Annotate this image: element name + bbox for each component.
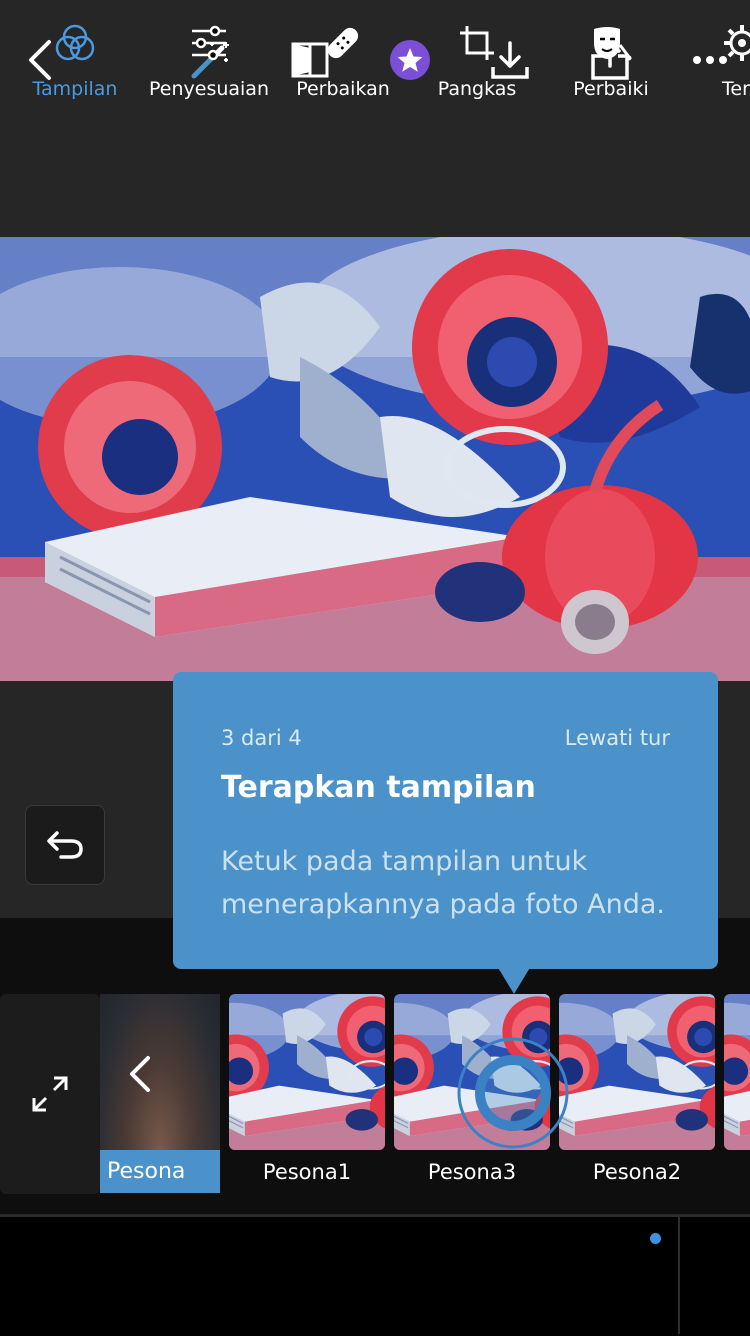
skip-tour-link[interactable]: Lewati tur <box>565 726 670 750</box>
look-thumbnail[interactable] <box>559 994 715 1150</box>
looks-category-back[interactable]: Pesona <box>100 994 220 1193</box>
tab-label: Perbaiki <box>573 78 649 100</box>
look-thumbnail[interactable] <box>229 994 385 1150</box>
tab-crop[interactable]: Pangkas <box>416 0 538 119</box>
tour-popover: 3 dari 4 Lewati tur Terapkan tampilan Ke… <box>173 672 718 969</box>
tab-adjustments[interactable]: Penyesuaian <box>148 0 270 119</box>
look-label: Pesona1 <box>262 1160 352 1184</box>
tab-healing[interactable]: Perbaikan <box>282 0 404 119</box>
retouch-face-icon <box>594 27 632 61</box>
tab-label: Perbaikan <box>296 78 390 100</box>
look-label: Pesona3 <box>427 1160 517 1184</box>
tab-label: Penyesuaian <box>149 78 269 100</box>
expand-arrows-icon <box>32 1076 68 1112</box>
tour-step: 3 dari 4 <box>221 726 302 750</box>
tour-title: Terapkan tampilan <box>221 770 536 805</box>
tap-indicator-icon <box>457 1037 569 1149</box>
tab-retouch[interactable]: Perbaiki <box>550 0 672 119</box>
tab-divider <box>678 1217 680 1334</box>
look-thumbnail[interactable] <box>724 994 750 1150</box>
notification-dot <box>650 1233 661 1244</box>
tab-looks[interactable]: Tampilan <box>14 0 136 119</box>
tab-label: Pangkas <box>437 78 517 100</box>
settings-gear-icon <box>724 25 750 61</box>
tour-pointer <box>497 966 531 994</box>
edited-photo[interactable] <box>0 237 750 681</box>
undo-button[interactable] <box>25 805 105 885</box>
bandage-icon <box>327 27 359 59</box>
bottom-tab-bar <box>0 1215 750 1336</box>
tour-body: Ketuk pada tampilan untuk menerapkannya … <box>221 846 665 920</box>
look-label: Pesona2 <box>592 1160 682 1184</box>
undo-icon <box>47 831 83 859</box>
sliders-icon <box>192 25 226 61</box>
tab-presets[interactable]: Ter <box>698 0 750 119</box>
category-preview <box>100 994 220 1150</box>
tab-label: Tampilan <box>32 78 118 100</box>
category-label: Pesona <box>100 1150 220 1193</box>
expand-button[interactable] <box>0 994 100 1194</box>
chevron-left-icon <box>130 1056 150 1092</box>
looks-circles-icon <box>55 24 95 61</box>
crop-icon <box>460 26 494 60</box>
tab-label: Ter <box>722 78 750 100</box>
